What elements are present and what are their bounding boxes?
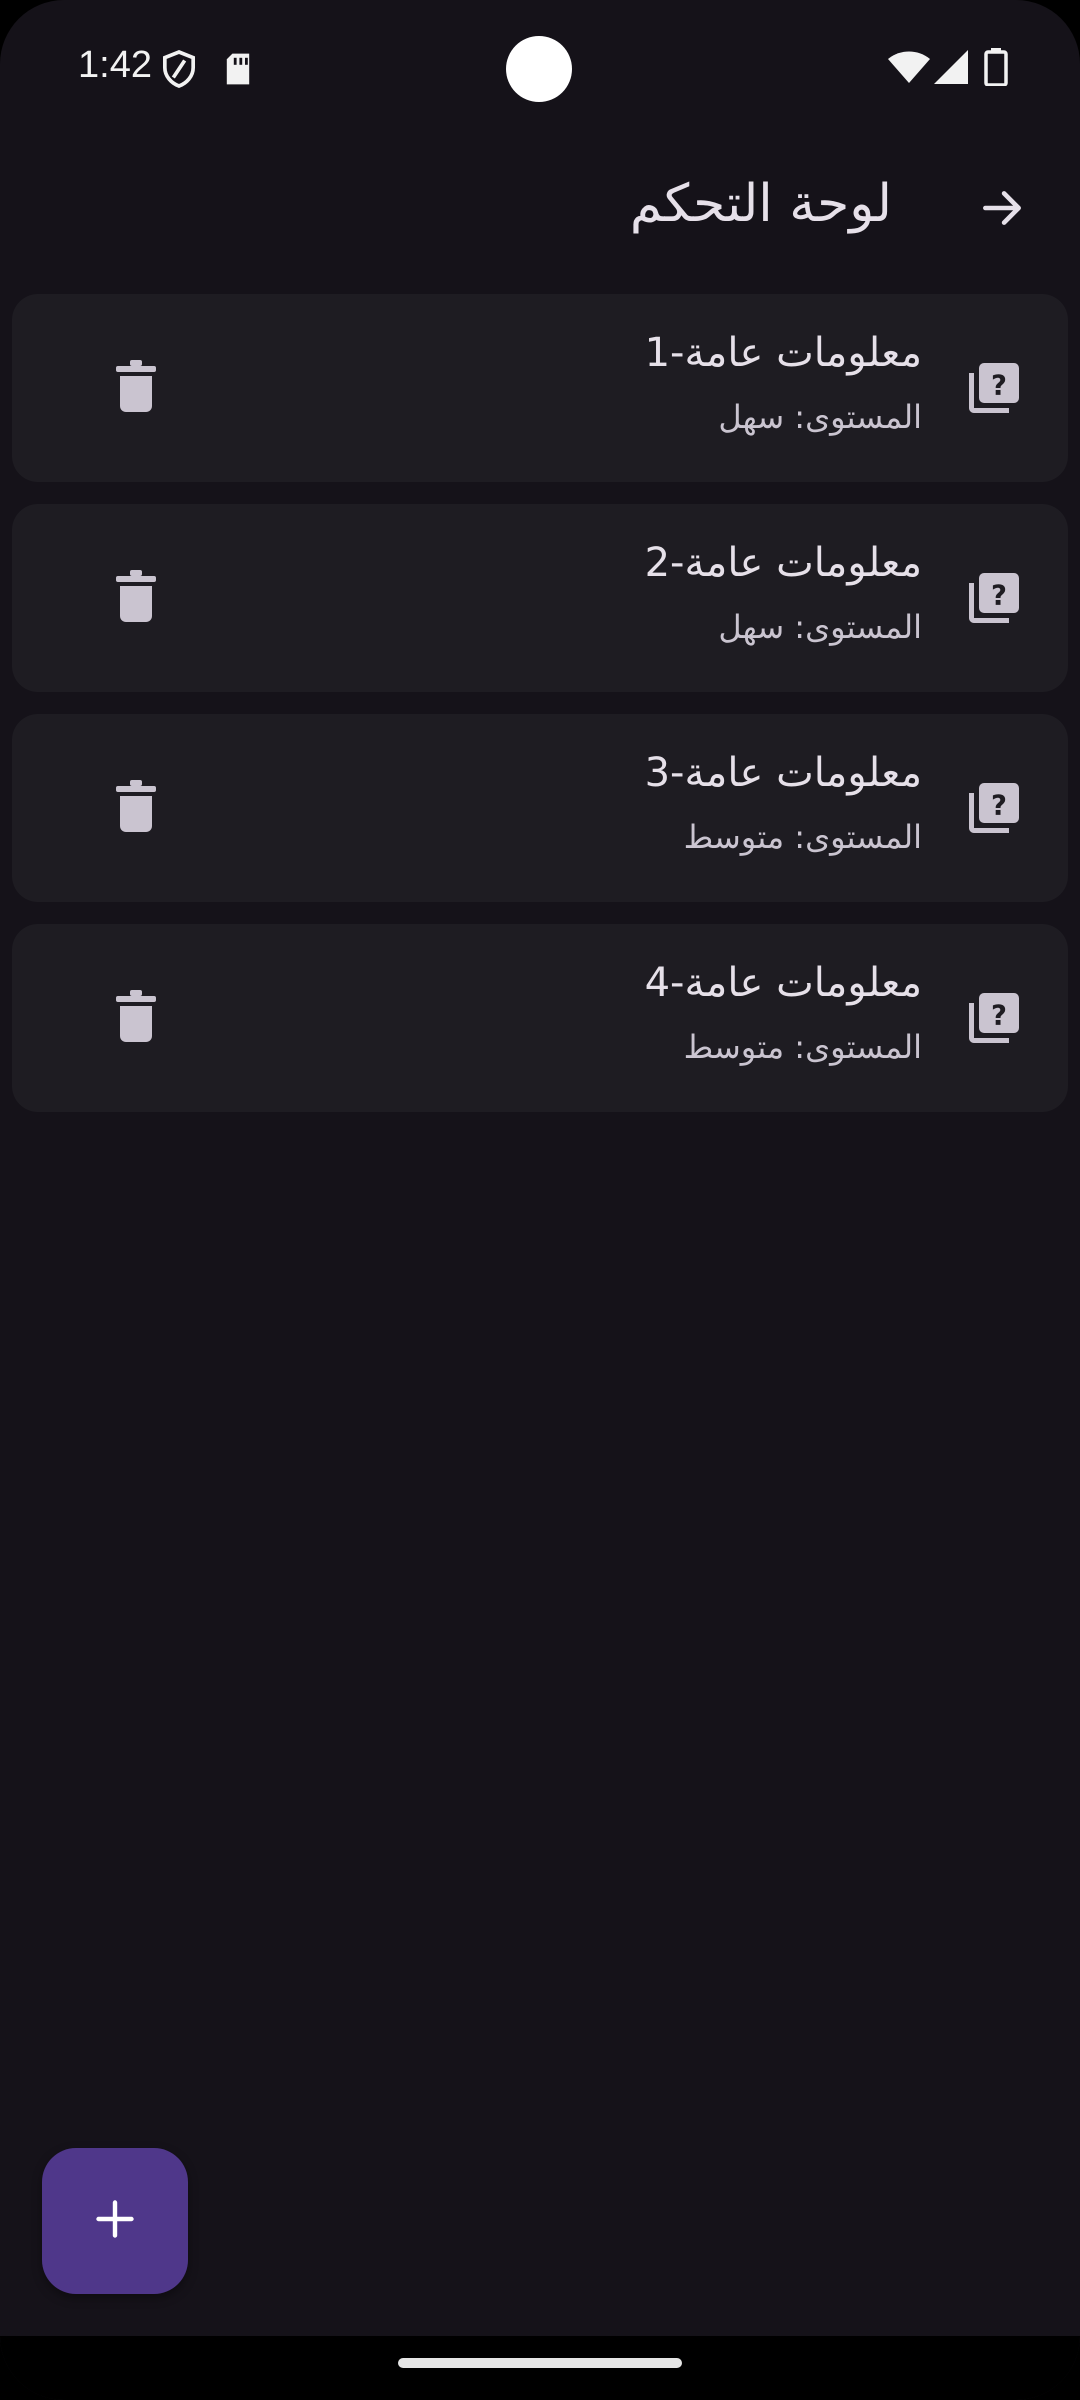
status-time: 1:42: [78, 44, 152, 86]
quiz-card[interactable]: ? معلومات عامة-3 المستوى: متوسط: [12, 714, 1068, 902]
delete-button[interactable]: [92, 554, 180, 642]
svg-text:?: ?: [991, 999, 1007, 1031]
wifi-icon: [888, 50, 930, 88]
quiz-card[interactable]: ? معلومات عامة-1 المستوى: سهل: [12, 294, 1068, 482]
delete-button[interactable]: [92, 764, 180, 852]
navigation-bar: [0, 2336, 1080, 2400]
home-indicator[interactable]: [398, 2358, 682, 2368]
quiz-icon: ?: [964, 778, 1024, 838]
camera-cutout: [506, 36, 572, 102]
signal-icon: [934, 50, 968, 88]
svg-text:?: ?: [991, 579, 1007, 611]
quiz-level: المستوى: متوسط: [683, 818, 922, 856]
svg-text:?: ?: [991, 369, 1007, 401]
delete-icon: [116, 570, 156, 626]
delete-icon: [116, 360, 156, 416]
arrow-forward-icon: [977, 183, 1027, 237]
quiz-title: معلومات عامة-4: [644, 960, 922, 1006]
quiz-title: معلومات عامة-1: [644, 330, 922, 376]
delete-icon: [116, 780, 156, 836]
add-quiz-button[interactable]: [42, 2148, 188, 2294]
svg-text:?: ?: [991, 789, 1007, 821]
add-icon: [93, 2197, 137, 2245]
shield-icon: [162, 50, 196, 92]
battery-icon: [984, 48, 1008, 90]
quiz-level: المستوى: متوسط: [683, 1028, 922, 1066]
sd-card-icon: [224, 52, 252, 90]
quiz-title: معلومات عامة-2: [644, 540, 922, 586]
quiz-level: المستوى: سهل: [718, 398, 922, 436]
quiz-card[interactable]: ? معلومات عامة-2 المستوى: سهل: [12, 504, 1068, 692]
screen: 1:42 لوحة التحكم ? معلومات عامة-1 المستو…: [0, 0, 1080, 2400]
quiz-list: ? معلومات عامة-1 المستوى: سهل ? معلومات …: [12, 294, 1068, 1134]
status-bar: 1:42: [0, 0, 1080, 140]
quiz-icon: ?: [964, 568, 1024, 628]
quiz-icon: ?: [964, 358, 1024, 418]
quiz-title: معلومات عامة-3: [644, 750, 922, 796]
back-button[interactable]: [960, 168, 1044, 252]
page-title: لوحة التحكم: [629, 174, 892, 234]
delete-button[interactable]: [92, 344, 180, 432]
quiz-level: المستوى: سهل: [718, 608, 922, 646]
quiz-card[interactable]: ? معلومات عامة-4 المستوى: متوسط: [12, 924, 1068, 1112]
top-app-bar: لوحة التحكم: [0, 140, 1080, 280]
quiz-icon: ?: [964, 988, 1024, 1048]
delete-icon: [116, 990, 156, 1046]
delete-button[interactable]: [92, 974, 180, 1062]
